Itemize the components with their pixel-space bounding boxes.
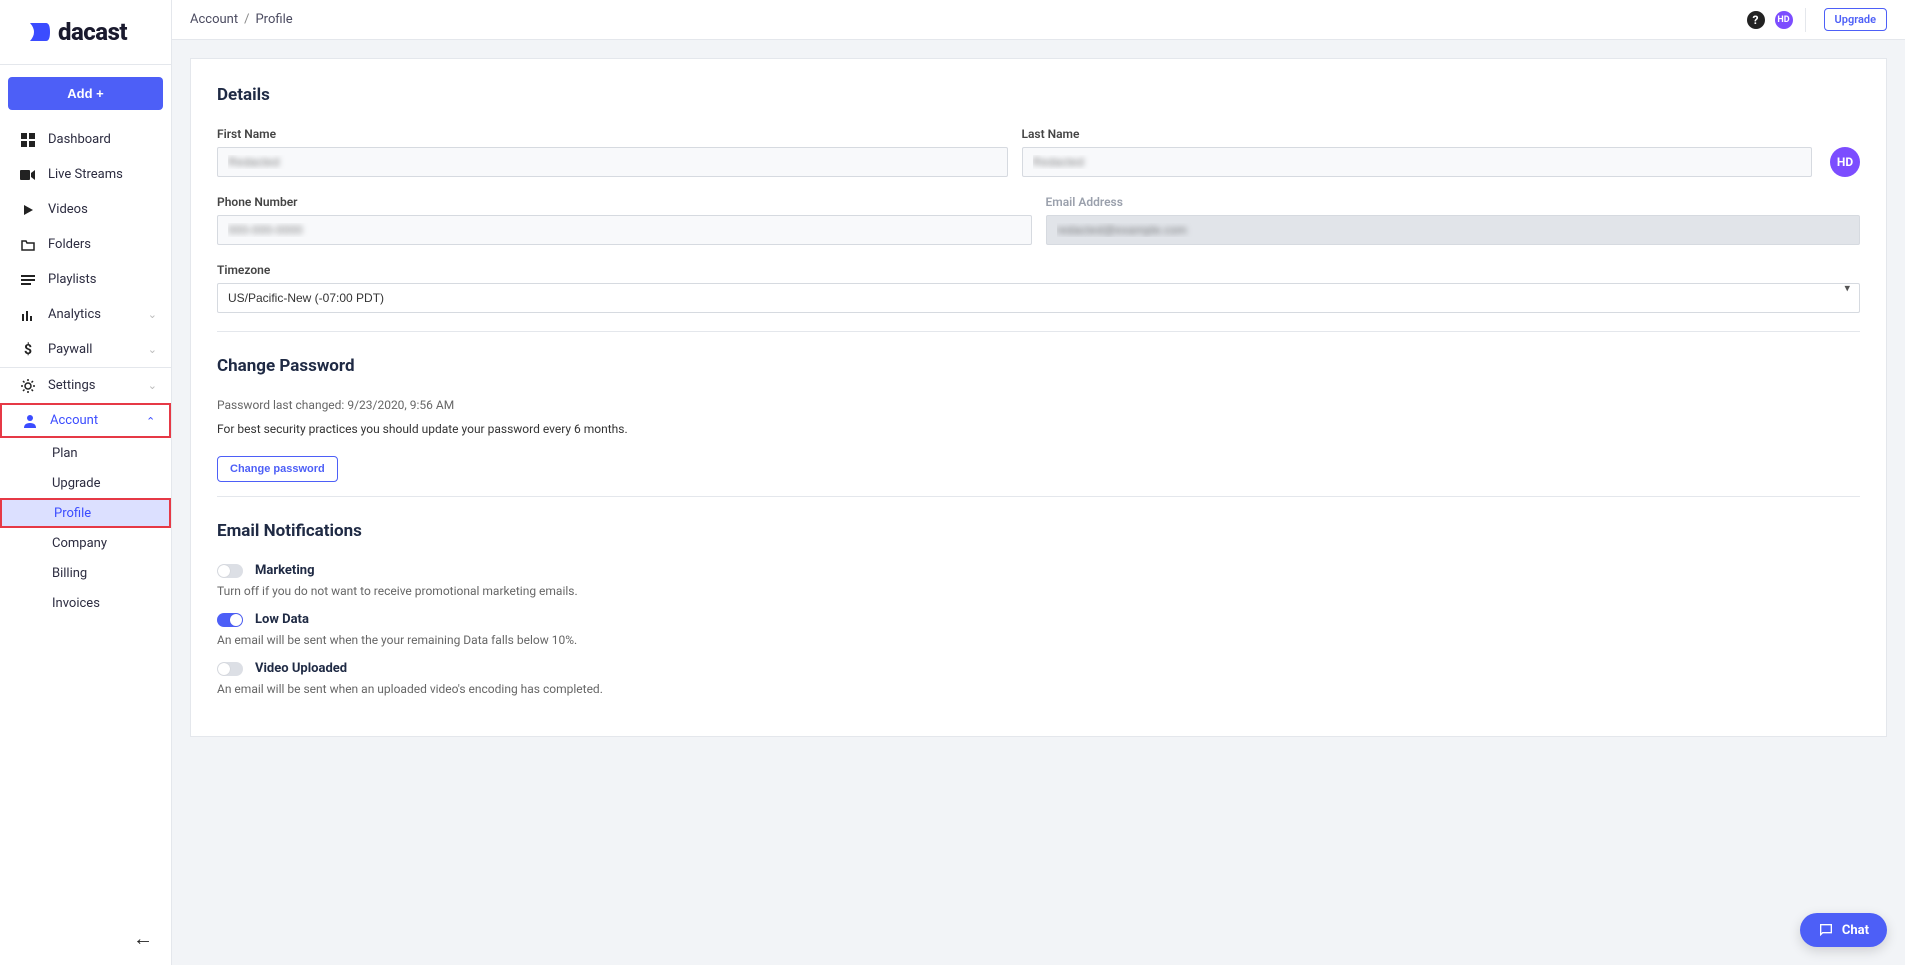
marketing-label: Marketing: [255, 563, 315, 578]
folder-icon: [18, 239, 38, 251]
bars-icon: [18, 309, 38, 321]
brand-icon: [28, 21, 52, 43]
sidebar-label: Folders: [48, 237, 91, 252]
chat-button[interactable]: Chat: [1800, 913, 1887, 947]
sidebar-item-live-streams[interactable]: Live Streams: [0, 157, 171, 192]
phone-input[interactable]: [217, 215, 1032, 245]
list-icon: [18, 274, 38, 286]
logo: dacast: [0, 0, 171, 65]
dollar-icon: $: [18, 342, 38, 358]
help-icon[interactable]: ?: [1747, 11, 1765, 29]
sidebar-item-settings[interactable]: Settings ⌄: [0, 368, 171, 403]
collapse-sidebar-icon[interactable]: ←: [133, 926, 153, 951]
chevron-down-icon: ⌄: [148, 379, 157, 392]
sidebar-label: Settings: [48, 378, 95, 393]
first-name-label: First Name: [217, 127, 1008, 141]
sidebar-item-dashboard[interactable]: Dashboard: [0, 122, 171, 157]
breadcrumb-root[interactable]: Account: [190, 12, 238, 27]
topbar: Account / Profile ? HD Upgrade: [172, 0, 1905, 40]
sidebar-item-playlists[interactable]: Playlists: [0, 262, 171, 297]
main: Account / Profile ? HD Upgrade Details F…: [172, 0, 1905, 965]
breadcrumb-separator: /: [244, 12, 249, 27]
password-last-changed: Password last changed: 9/23/2020, 9:56 A…: [217, 398, 1860, 412]
sidebar-sub-company[interactable]: Company: [0, 528, 171, 558]
marketing-desc: Turn off if you do not want to receive p…: [217, 584, 1860, 598]
sidebar-label: Analytics: [48, 307, 101, 322]
sidebar-sub-upgrade[interactable]: Upgrade: [0, 468, 171, 498]
sidebar-label: Playlists: [48, 272, 96, 287]
profile-card: Details First Name Last Name HD Phone Nu…: [190, 58, 1887, 737]
brand-name: dacast: [58, 18, 127, 46]
chevron-up-icon: ⌄: [146, 414, 155, 427]
lowdata-desc: An email will be sent when the your rema…: [217, 633, 1860, 647]
primary-nav: Dashboard Live Streams Videos Folders Pl…: [0, 122, 171, 618]
upgrade-button[interactable]: Upgrade: [1824, 8, 1887, 31]
marketing-toggle[interactable]: [217, 564, 243, 578]
notifications-title: Email Notifications: [217, 521, 1860, 541]
sidebar-sub-profile[interactable]: Profile: [0, 498, 171, 528]
change-password-button[interactable]: Change password: [217, 456, 338, 482]
videoupload-label: Video Uploaded: [255, 661, 347, 676]
sidebar-label: Account: [50, 413, 98, 428]
sidebar-item-videos[interactable]: Videos: [0, 192, 171, 227]
dashboard-icon: [18, 133, 38, 147]
videoupload-toggle[interactable]: [217, 662, 243, 676]
breadcrumb-current: Profile: [255, 12, 292, 27]
sidebar-item-paywall[interactable]: $ Paywall ⌄: [0, 332, 171, 367]
sidebar-sub-billing[interactable]: Billing: [0, 558, 171, 588]
sidebar-item-analytics[interactable]: Analytics ⌄: [0, 297, 171, 332]
phone-label: Phone Number: [217, 195, 1032, 209]
email-label: Email Address: [1046, 195, 1861, 209]
chat-icon: [1818, 922, 1834, 938]
play-icon: [18, 204, 38, 216]
last-name-input[interactable]: [1022, 147, 1813, 177]
sidebar-sub-plan[interactable]: Plan: [0, 438, 171, 468]
first-name-input[interactable]: [217, 147, 1008, 177]
chevron-down-icon: ⌄: [148, 308, 157, 321]
sidebar-item-account[interactable]: Account ⌄: [0, 403, 171, 438]
email-input: [1046, 215, 1861, 245]
lowdata-label: Low Data: [255, 612, 309, 627]
sidebar-label: Videos: [48, 202, 88, 217]
lowdata-toggle[interactable]: [217, 613, 243, 627]
details-title: Details: [217, 85, 1860, 105]
chevron-down-icon: ⌄: [148, 343, 157, 356]
person-icon: [20, 414, 40, 428]
gear-icon: [18, 379, 38, 393]
add-button[interactable]: Add +: [8, 77, 163, 110]
timezone-select[interactable]: [217, 283, 1860, 313]
sidebar-sub-invoices[interactable]: Invoices: [0, 588, 171, 618]
sidebar-label: Paywall: [48, 342, 92, 357]
timezone-label: Timezone: [217, 263, 1860, 277]
sidebar-item-folders[interactable]: Folders: [0, 227, 171, 262]
last-name-label: Last Name: [1022, 127, 1813, 141]
avatar-large: HD: [1830, 147, 1860, 177]
camera-icon: [18, 169, 38, 181]
videoupload-desc: An email will be sent when an uploaded v…: [217, 682, 1860, 696]
change-password-title: Change Password: [217, 356, 1860, 376]
sidebar: dacast Add + Dashboard Live Streams Vide…: [0, 0, 172, 965]
password-advice: For best security practices you should u…: [217, 422, 1860, 436]
sidebar-label: Dashboard: [48, 132, 111, 147]
sidebar-label: Live Streams: [48, 167, 123, 182]
avatar-small[interactable]: HD: [1775, 11, 1793, 29]
